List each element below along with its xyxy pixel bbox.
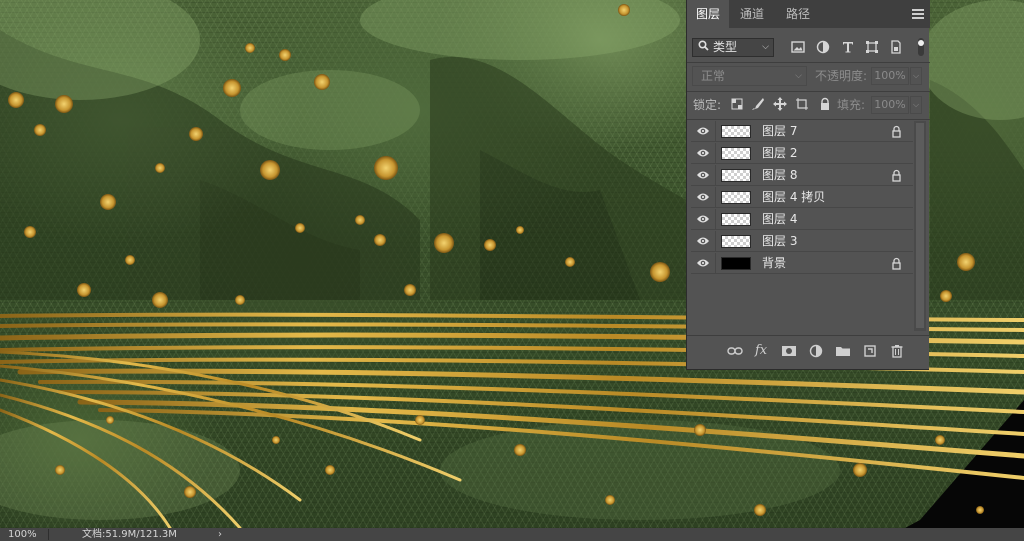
layer-thumbnail <box>721 257 751 270</box>
new-layer-icon[interactable] <box>862 344 878 358</box>
filter-toggle-switch[interactable] <box>917 37 925 57</box>
status-bar: 100% 文档:51.9M/121.3M › <box>0 528 1024 541</box>
layer-row[interactable]: 图层 7 <box>691 121 913 142</box>
new-group-icon[interactable] <box>835 344 851 358</box>
layer-row[interactable]: 背景 <box>691 253 913 274</box>
layer-thumbnail <box>721 191 751 204</box>
layers-action-bar: fx <box>687 336 930 366</box>
fx-icon[interactable]: fx <box>755 344 771 358</box>
panel-menu-icon[interactable] <box>912 7 924 21</box>
opacity-input[interactable]: 100% <box>871 67 909 85</box>
layer-name: 图层 4 <box>762 212 798 226</box>
tab-layers[interactable]: 图层 <box>687 0 729 28</box>
dark-corner-shape <box>905 400 1024 528</box>
opacity-label: 不透明度: <box>815 69 868 83</box>
blend-mode-select[interactable]: 正常 ⌵ <box>692 66 807 86</box>
tab-channels[interactable]: 通道 <box>729 0 775 28</box>
adjustment-filter-icon[interactable] <box>815 39 831 55</box>
opacity-dropdown-icon[interactable]: ⌵ <box>910 67 922 85</box>
layer-thumbnail <box>721 169 751 182</box>
photoshop-window: 100% 文档:51.9M/121.3M › 图层 通道 路径 类型 ⌵ 正常 … <box>0 0 1024 541</box>
fill-label: 填充: <box>837 98 866 112</box>
layer-name: 图层 2 <box>762 146 798 160</box>
shape-filter-icon[interactable] <box>864 39 880 55</box>
zoom-level[interactable]: 100% <box>8 528 37 541</box>
layer-thumbnail <box>721 235 751 248</box>
layer-row[interactable]: 图层 3 <box>691 231 913 252</box>
search-icon <box>698 39 709 56</box>
layer-name: 图层 8 <box>762 168 798 182</box>
layer-thumbnail <box>721 147 751 160</box>
lock-position-icon[interactable] <box>773 97 787 111</box>
eye-icon[interactable] <box>696 147 710 159</box>
panel-divider <box>687 62 930 63</box>
lock-label: 锁定: <box>693 98 722 112</box>
fill-dropdown-icon[interactable]: ⌵ <box>910 96 922 114</box>
layers-panel: 图层 通道 路径 类型 ⌵ 正常 ⌵ 不透明度: 100% ⌵ 锁定: 填充: … <box>686 0 930 370</box>
status-divider <box>48 529 49 540</box>
layer-name: 图层 4 拷贝 <box>762 190 826 204</box>
layer-filter-kind-select[interactable]: 类型 ⌵ <box>692 38 774 57</box>
blend-mode-value: 正常 <box>701 69 726 83</box>
layer-row[interactable]: 图层 2 <box>691 143 913 164</box>
layer-name: 背景 <box>762 256 787 270</box>
type-filter-icon[interactable] <box>840 39 856 55</box>
layer-row[interactable]: 图层 4 <box>691 209 913 230</box>
lock-icon <box>891 257 902 270</box>
panel-divider <box>687 119 930 120</box>
delete-layer-icon[interactable] <box>889 344 905 358</box>
lock-transparent-pixels-icon[interactable] <box>730 97 744 111</box>
tab-paths[interactable]: 路径 <box>775 0 821 28</box>
chevron-down-icon: ⌵ <box>795 71 802 81</box>
eye-icon[interactable] <box>696 213 710 225</box>
smart-object-filter-icon[interactable] <box>888 39 904 55</box>
scrollbar-thumb[interactable] <box>916 123 924 328</box>
lock-icon <box>891 125 902 138</box>
panel-tab-bar: 图层 通道 路径 <box>687 0 930 28</box>
status-menu-arrow[interactable]: › <box>218 528 222 541</box>
image-filter-icon[interactable] <box>790 39 806 55</box>
link-layers-icon[interactable] <box>727 344 743 358</box>
lock-all-icon[interactable] <box>818 97 832 111</box>
eye-icon[interactable] <box>696 125 710 137</box>
panel-divider <box>687 91 930 92</box>
lock-artboard-icon[interactable] <box>795 97 809 111</box>
layer-thumbnail <box>721 125 751 138</box>
layer-thumbnail <box>721 213 751 226</box>
layer-mask-icon[interactable] <box>781 344 797 358</box>
adjustment-layer-icon[interactable] <box>808 344 824 358</box>
layer-row[interactable]: 图层 4 拷贝 <box>691 187 913 208</box>
lock-image-pixels-icon[interactable] <box>751 97 765 111</box>
layer-row[interactable]: 图层 8 <box>691 165 913 186</box>
layers-scrollbar[interactable] <box>914 121 926 331</box>
document-size-info: 文档:51.9M/121.3M <box>82 529 177 540</box>
eye-icon[interactable] <box>696 257 710 269</box>
fill-input[interactable]: 100% <box>871 96 909 114</box>
eye-icon[interactable] <box>696 169 710 181</box>
filter-kind-value: 类型 <box>713 40 738 54</box>
chevron-down-icon: ⌵ <box>762 42 769 52</box>
layers-list: 图层 7 图层 2 图层 8 图层 4 拷贝 图层 4 图层 3 背景 <box>691 121 913 277</box>
eye-icon[interactable] <box>696 191 710 203</box>
lock-icon <box>891 169 902 182</box>
eye-icon[interactable] <box>696 235 710 247</box>
layer-name: 图层 7 <box>762 124 798 138</box>
layer-name: 图层 3 <box>762 234 798 248</box>
